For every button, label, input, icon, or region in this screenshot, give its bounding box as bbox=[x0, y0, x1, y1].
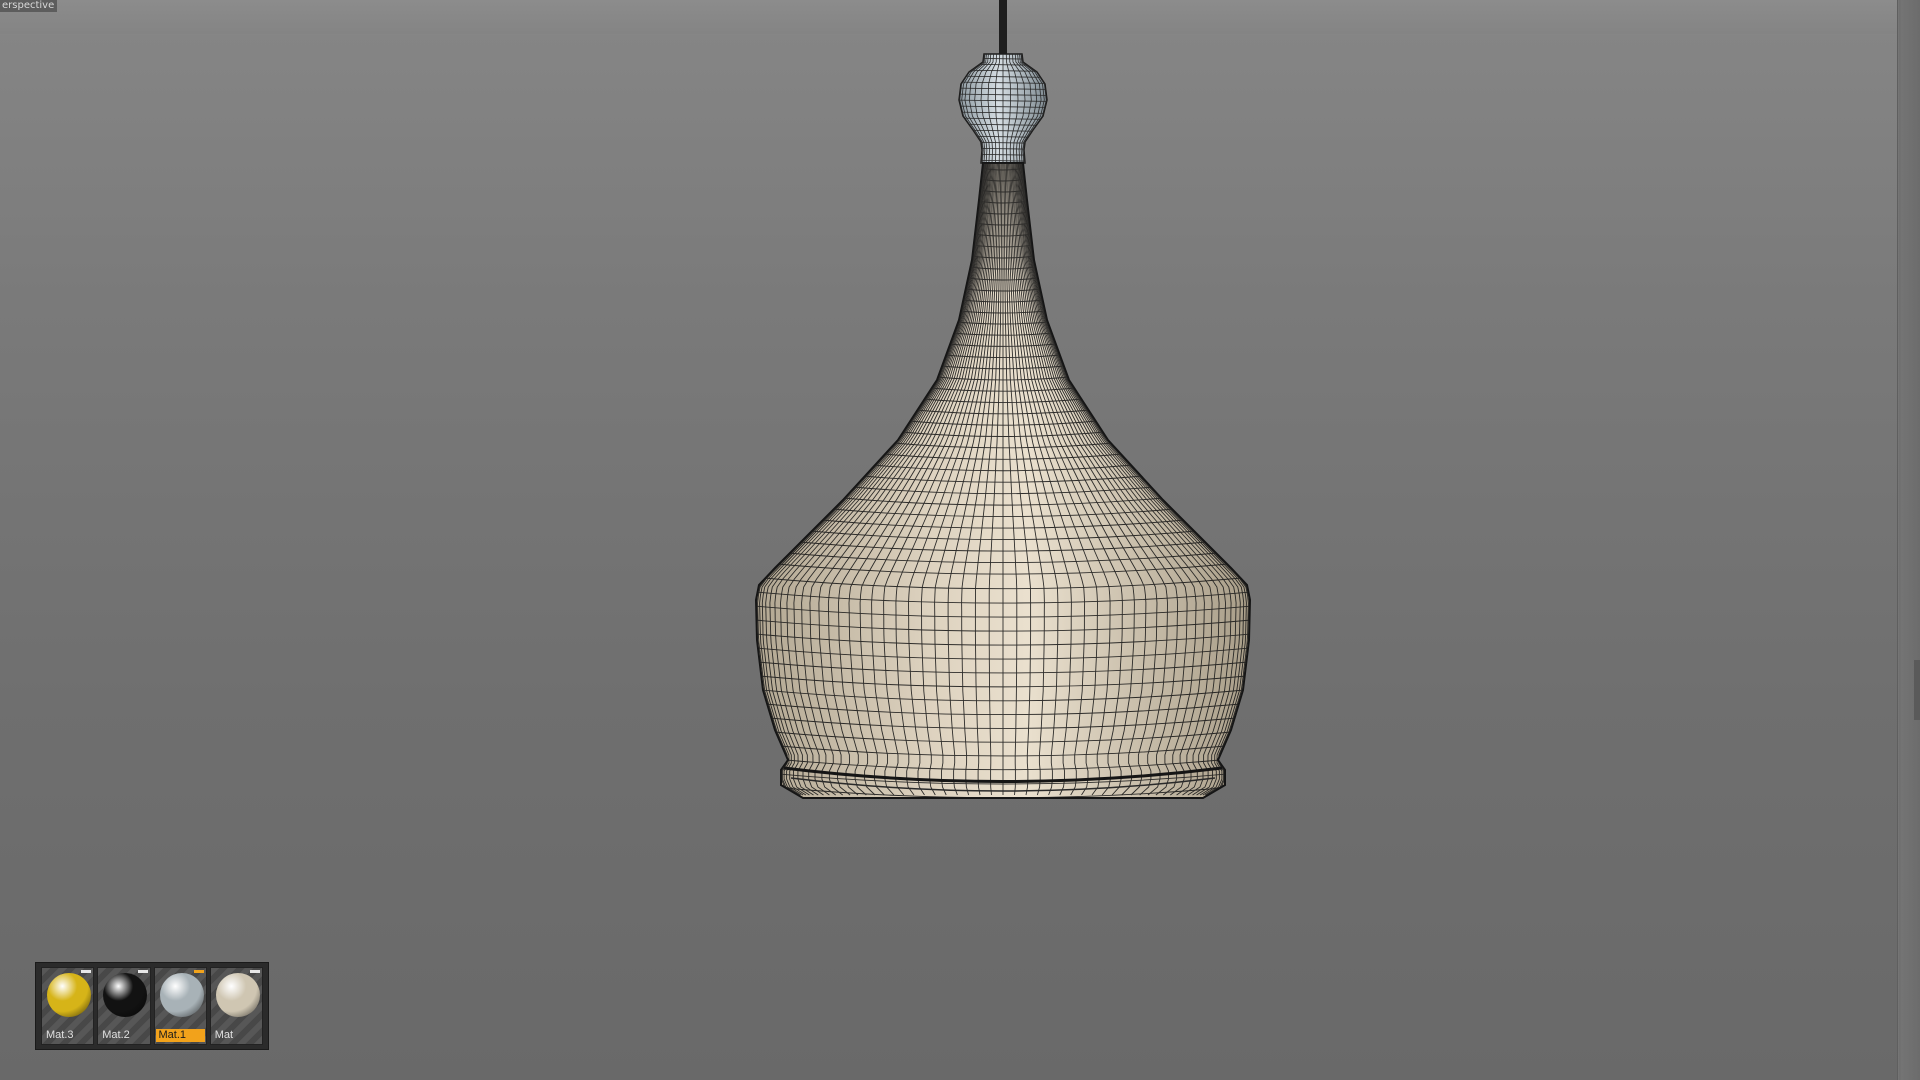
sphere-swatch-icon bbox=[215, 973, 260, 1017]
material-label: Mat.3 bbox=[46, 1029, 74, 1041]
material-slot-mat3[interactable]: Mat.3 bbox=[41, 967, 95, 1045]
material-label-selected: Mat.1 bbox=[155, 1029, 205, 1042]
material-label: Mat bbox=[214, 1029, 234, 1041]
viewport-side-scrollbar[interactable] bbox=[1897, 0, 1920, 1080]
sphere-swatch-icon bbox=[159, 973, 204, 1017]
lamp-model[interactable] bbox=[0, 0, 1920, 1080]
material-corner-marker bbox=[81, 970, 92, 973]
material-corner-marker bbox=[193, 970, 204, 973]
lamp-shade bbox=[754, 162, 1252, 799]
sphere-swatch-icon bbox=[103, 973, 148, 1017]
material-slot-mat2[interactable]: Mat.2 bbox=[97, 967, 151, 1045]
material-label: Mat.2 bbox=[102, 1029, 130, 1041]
material-slot-mat1[interactable]: Mat.1 bbox=[153, 967, 207, 1045]
3d-viewport[interactable]: erspective Mat.3 Mat.2 Mat.1 Mat bbox=[0, 0, 1920, 1080]
material-slot-mat[interactable]: Mat bbox=[209, 967, 263, 1045]
lamp-cap bbox=[958, 53, 1048, 164]
material-corner-marker bbox=[250, 970, 260, 973]
material-corner-marker bbox=[137, 970, 148, 973]
scroll-handle[interactable] bbox=[1914, 660, 1920, 720]
sphere-swatch-icon bbox=[47, 973, 91, 1017]
material-manager-bar: Mat.3 Mat.2 Mat.1 Mat bbox=[35, 962, 269, 1050]
